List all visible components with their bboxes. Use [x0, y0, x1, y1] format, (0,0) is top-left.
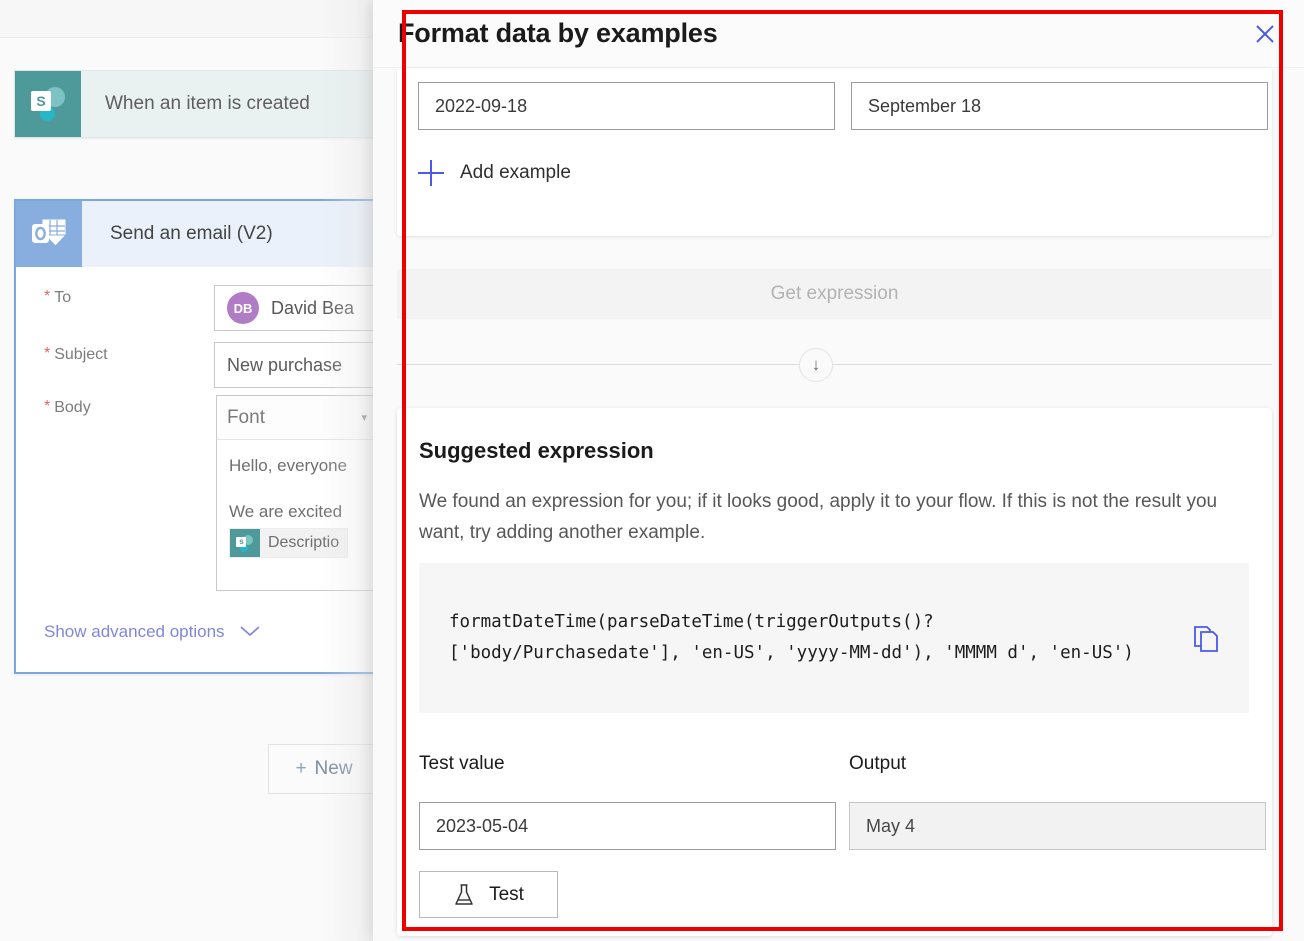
- test-button-label: Test: [489, 884, 524, 906]
- font-selector-label: Font: [227, 407, 265, 429]
- flow-action-card[interactable]: Send an email (V2) * To DB David Bea *: [14, 199, 380, 674]
- chevron-down-icon: [239, 622, 261, 642]
- suggested-expression-title: Suggested expression: [419, 438, 654, 464]
- token-label: Descriptio: [268, 534, 339, 552]
- avatar: DB: [227, 292, 259, 324]
- expression-code-text[interactable]: formatDateTime(parseDateTime(triggerOutp…: [449, 607, 1149, 669]
- example-output-value[interactable]: September 18: [851, 82, 1268, 130]
- output-value-field: May 4: [849, 802, 1266, 850]
- recipient-name: David Bea: [271, 298, 354, 319]
- add-example-button[interactable]: Add example: [418, 160, 571, 186]
- flow-trigger-title: When an item is created: [81, 93, 310, 115]
- plus-icon: [418, 160, 444, 186]
- to-input[interactable]: DB David Bea: [214, 285, 378, 331]
- body-rich-text-editor[interactable]: Font ▾ Hello, everyone We are excited s: [216, 395, 378, 591]
- app-root: S When an item is created: [0, 0, 1304, 941]
- new-step-button[interactable]: + New: [268, 744, 380, 794]
- advanced-options-label: Show advanced options: [44, 622, 225, 642]
- required-asterisk: *: [44, 399, 50, 415]
- required-asterisk: *: [44, 289, 50, 305]
- sharepoint-icon: S: [15, 71, 81, 137]
- subject-value: New purchase: [227, 355, 342, 376]
- to-label: * To: [16, 285, 214, 331]
- example-row: 2022-09-18 September 18: [418, 82, 1268, 130]
- test-value-input[interactable]: 2023-05-04: [419, 802, 836, 850]
- flow-designer-canvas: S When an item is created: [0, 0, 380, 941]
- outlook-icon: [16, 201, 82, 267]
- body-toolbar[interactable]: Font ▾: [217, 396, 377, 440]
- suggested-expression-description: We found an expression for you; if it lo…: [419, 486, 1229, 548]
- output-label: Output: [849, 753, 906, 775]
- body-text-line: We are excited: [217, 502, 377, 522]
- get-expression-label: Get expression: [771, 283, 899, 305]
- field-row-subject: * Subject New purchase: [16, 342, 378, 388]
- close-icon[interactable]: [1248, 17, 1282, 51]
- field-row-body: * Body Font ▾ Hello, everyone We are exc…: [16, 395, 378, 591]
- flask-icon: [453, 883, 475, 907]
- get-expression-button[interactable]: Get expression: [397, 269, 1272, 319]
- panel-header: Format data by examples: [373, 0, 1304, 68]
- body-text-line: Hello, everyone: [217, 456, 377, 476]
- required-asterisk: *: [44, 346, 50, 362]
- sharepoint-icon: s: [230, 529, 260, 557]
- recipient-chip[interactable]: DB David Bea: [227, 292, 354, 324]
- examples-card: 2022-09-18 September 18 Add example: [397, 68, 1272, 236]
- flow-trigger-card[interactable]: S When an item is created: [14, 70, 380, 138]
- subject-input[interactable]: New purchase: [214, 342, 378, 388]
- plus-icon: +: [295, 758, 306, 780]
- format-data-panel: Format data by examples 2022-09-18 Septe…: [373, 0, 1304, 941]
- expression-code-box: formatDateTime(parseDateTime(triggerOutp…: [419, 563, 1249, 713]
- suggested-expression-card: Suggested expression We found an express…: [397, 408, 1272, 936]
- dynamic-content-token[interactable]: s Descriptio: [229, 528, 348, 558]
- add-example-label: Add example: [460, 162, 571, 184]
- field-row-to: * To DB David Bea: [16, 285, 378, 331]
- arrow-down-icon: ↓: [799, 348, 833, 382]
- flow-action-header: Send an email (V2): [16, 201, 378, 267]
- section-divider: [397, 364, 1272, 365]
- show-advanced-options-link[interactable]: Show advanced options: [44, 622, 261, 642]
- test-value-label: Test value: [419, 753, 505, 775]
- chevron-down-icon[interactable]: ▾: [361, 411, 367, 424]
- page-title: Format data by examples: [398, 18, 718, 49]
- subject-label: * Subject: [16, 342, 214, 388]
- body-label: * Body: [16, 395, 216, 591]
- flow-toolbar: [0, 0, 380, 38]
- example-input-value[interactable]: 2022-09-18: [418, 82, 835, 130]
- new-step-label: New: [315, 758, 353, 780]
- copy-icon[interactable]: [1191, 623, 1221, 653]
- flow-action-title: Send an email (V2): [82, 223, 273, 245]
- test-button[interactable]: Test: [419, 871, 558, 918]
